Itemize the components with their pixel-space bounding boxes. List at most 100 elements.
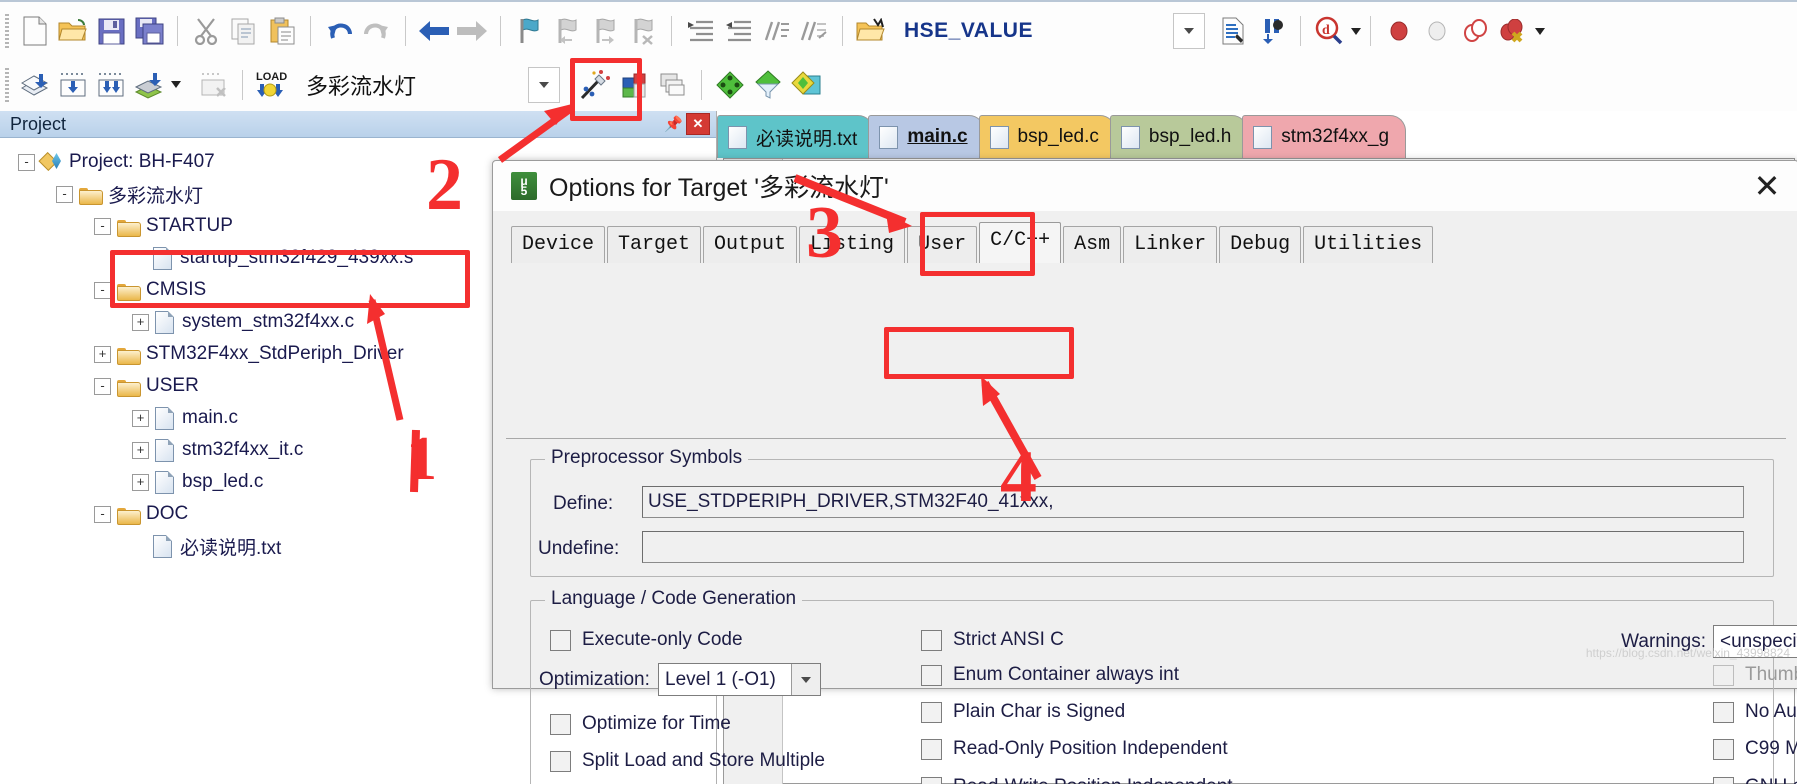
strict-ansi-c-row[interactable]: Strict ANSI C [921,629,1064,651]
redo-button[interactable] [358,11,396,51]
collapse-icon[interactable]: - [94,377,111,395]
expand-icon[interactable]: + [94,345,111,363]
open-file-button[interactable] [54,11,92,51]
manage-run-time-button[interactable] [749,65,787,105]
split-load-store-checkbox[interactable] [550,750,571,772]
download-button[interactable]: LOAD [252,65,290,105]
c99-mode-row[interactable]: C99 Mode [1713,738,1797,760]
dialog-tab-debug[interactable]: Debug [1219,226,1302,263]
split-load-store-row[interactable]: Split Load and Store Multiple [550,750,825,772]
optimize-for-time-checkbox[interactable] [550,713,571,735]
editor-tab[interactable]: bsp_led.c [978,115,1116,158]
toolbar-grip[interactable] [5,67,9,102]
pin-icon[interactable]: 📌 [664,115,683,133]
optimization-dropdown[interactable]: Level 1 (-O1) [658,663,821,696]
find-history-dropdown[interactable] [1172,13,1205,49]
dialog-titlebar[interactable]: μ 5 Options for Target '多彩流水灯' ✕ [493,161,1797,211]
indent-left-button[interactable] [719,11,757,51]
kill-all-breakpoints-button[interactable] [1494,11,1532,51]
read-only-position-independent-checkbox[interactable] [921,738,942,760]
dialog-tabs[interactable]: Device Target Output Listing User C/C++ Asm Lin… [511,217,1797,263]
save-button[interactable] [92,11,130,51]
disable-all-breakpoints-button[interactable] [1456,11,1494,51]
collapse-icon[interactable]: - [94,281,111,299]
dialog-tab-user[interactable]: User [907,226,978,263]
batch-build-button[interactable] [130,65,168,105]
uncomment-lines-button[interactable] [795,11,833,51]
execute-only-code-row[interactable]: Execute-only Code [550,629,743,651]
dialog-tab-asm[interactable]: Asm [1063,226,1122,263]
read-write-position-independent-checkbox[interactable] [921,776,942,784]
gnu-extensions-checkbox[interactable] [1713,776,1734,784]
chevron-down-icon[interactable] [171,81,181,88]
disable-breakpoint-button[interactable] [1418,11,1456,51]
thumb-mode-row[interactable]: Thumb Mode [1713,664,1797,686]
find-in-files-button[interactable] [852,11,890,51]
enum-container-row[interactable]: Enum Container always int [921,664,1179,686]
dialog-tab-listing[interactable]: Listing [799,226,906,263]
undefine-input[interactable] [642,531,1744,563]
clear-bookmarks-button[interactable] [624,11,662,51]
stop-build-button[interactable] [195,65,233,105]
editor-tab[interactable]: stm32f4xx_g [1242,115,1407,158]
editor-tab[interactable]: 必读说明.txt [717,115,875,158]
editor-tab[interactable]: main.c [868,115,985,158]
no-auto-includes-row[interactable]: No Auto Includes [1713,701,1797,723]
prev-bookmark-button[interactable] [548,11,586,51]
read-write-position-independent-row[interactable]: Read-Write Position Independent [921,776,1233,784]
define-input[interactable]: USE_STDPERIPH_DRIVER,STM32F40_41xxx, [642,486,1744,518]
navigate-back-button[interactable] [415,11,453,51]
options-for-target-button[interactable] [572,65,616,105]
editor-tabstrip[interactable]: 必读说明.txt main.c bsp_led.c bsp_led.h stm32f4x… [717,111,1797,158]
dialog-tab-linker[interactable]: Linker [1123,226,1218,263]
browse-symbols-button[interactable] [1253,11,1291,51]
optimize-for-time-row[interactable]: Optimize for Time [550,713,731,735]
dialog-tab-device[interactable]: Device [511,226,606,263]
enum-container-checkbox[interactable] [921,664,942,686]
insert-bookmark-button[interactable] [510,11,548,51]
copy-button[interactable] [225,11,263,51]
target-selector-dropdown[interactable] [528,66,561,103]
collapse-icon[interactable]: - [94,217,111,235]
expand-icon[interactable]: + [132,441,149,459]
strict-ansi-c-checkbox[interactable] [921,629,942,651]
expand-icon[interactable]: + [132,409,149,427]
chevron-down-icon[interactable] [1534,27,1545,35]
expand-icon[interactable]: + [132,473,149,491]
build-button[interactable] [54,65,92,105]
translate-button[interactable] [16,65,54,105]
undo-button[interactable] [320,11,358,51]
expand-icon[interactable]: + [132,313,149,331]
c99-mode-checkbox[interactable] [1713,738,1734,760]
next-bookmark-button[interactable] [586,11,624,51]
find-text-value[interactable]: HSE_VALUE [904,19,1033,43]
insert-breakpoint-button[interactable] [1380,11,1418,51]
target-selector-value[interactable]: 多彩流水灯 [306,69,416,101]
find-dropdown-button[interactable]: d [1310,11,1348,51]
rebuild-button[interactable] [92,65,130,105]
pack-installer-button[interactable] [711,65,749,105]
thumb-mode-checkbox[interactable] [1713,664,1734,686]
file-properties-button[interactable] [1215,11,1253,51]
comment-lines-button[interactable] [757,11,795,51]
dialog-tab-c-c[interactable]: C/C++ [979,222,1062,263]
collapse-icon[interactable]: - [18,153,35,171]
navigate-forward-button[interactable] [453,11,491,51]
collapse-icon[interactable]: - [94,505,111,523]
dialog-tab-utilities[interactable]: Utilities [1303,226,1434,263]
multi-project-button[interactable] [654,65,692,105]
close-icon[interactable]: ✕ [1736,161,1797,211]
chevron-down-icon[interactable] [791,664,820,695]
cut-button[interactable] [187,11,225,51]
manage-project-items-button[interactable] [616,65,654,105]
plain-char-signed-row[interactable]: Plain Char is Signed [921,701,1125,723]
dialog-tab-output[interactable]: Output [703,226,798,263]
dialog-tab-target[interactable]: Target [607,226,702,263]
read-only-position-independent-row[interactable]: Read-Only Position Independent [921,738,1228,760]
no-auto-includes-checkbox[interactable] [1713,701,1734,723]
execute-only-code-checkbox[interactable] [550,629,571,651]
chevron-down-icon[interactable] [1350,27,1361,35]
new-file-button[interactable] [16,11,54,51]
indent-right-button[interactable] [681,11,719,51]
paste-button[interactable] [263,11,301,51]
